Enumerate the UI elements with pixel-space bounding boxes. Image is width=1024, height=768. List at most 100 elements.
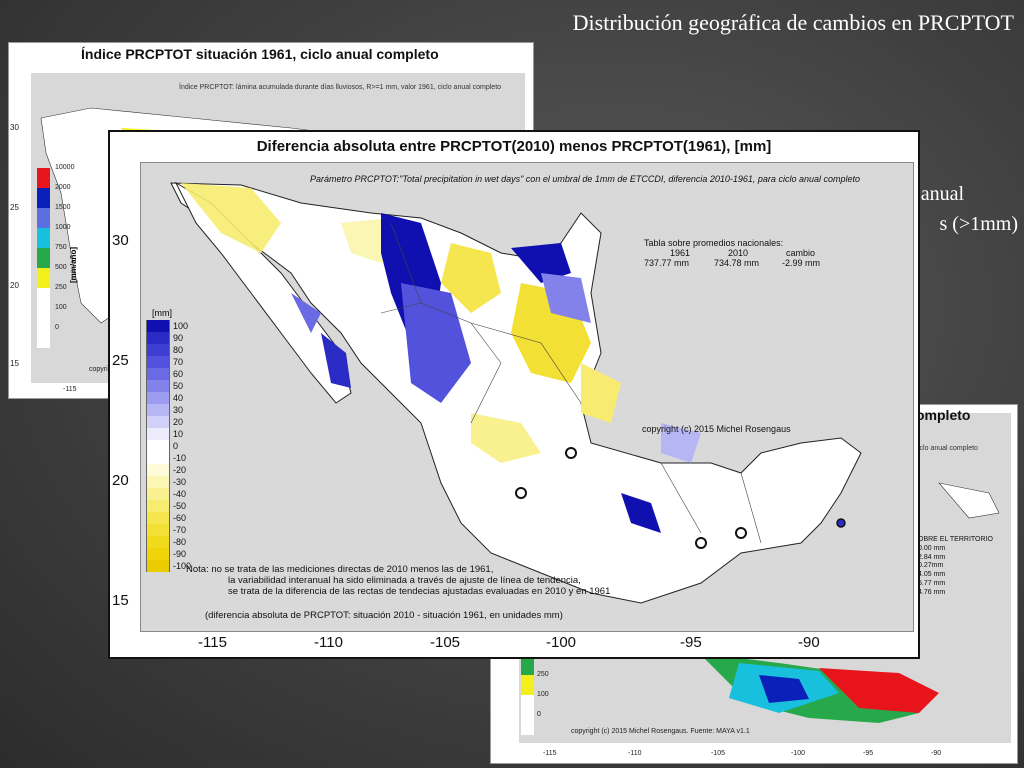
x-tick: -90 <box>798 634 820 651</box>
legend-swatch: 250 <box>521 671 549 695</box>
legend-label: 10 <box>173 429 184 439</box>
legend-swatch: 0 <box>521 711 541 735</box>
map-2010-copyright: copyright (c) 2015 Michel Rosengaus. Fue… <box>571 728 750 735</box>
table-cell: 734.78 mm <box>714 258 760 268</box>
table-header: 2010 <box>728 248 749 258</box>
legend-swatch: 750 <box>37 244 67 268</box>
mexico-difference-map <box>170 181 862 604</box>
legend-swatch: -60 <box>146 512 186 524</box>
x-tick: -105 <box>711 750 726 757</box>
y-tick: 20 <box>10 281 19 290</box>
legend-swatch: -50 <box>146 500 186 512</box>
legend-swatch: 100 <box>146 320 188 332</box>
y-tick: 15 <box>112 592 129 609</box>
legend-label: 90 <box>173 333 184 343</box>
map-2010-legend: 5002501000 <box>521 651 549 735</box>
legend-label: -20 <box>173 465 187 475</box>
note-bottom: (diferencia absoluta de PRCPTOT: situaci… <box>205 610 563 621</box>
x-tick: -95 <box>863 750 874 757</box>
legend-label: 250 <box>55 284 67 291</box>
legend-label: 50 <box>173 381 184 391</box>
x-tick: -115 <box>198 634 227 651</box>
map-2010-description: iclo anual completo <box>918 445 978 452</box>
main-title: Diferencia absoluta entre PRCPTOT(2010) … <box>256 138 772 155</box>
main-map-plot <box>140 162 914 632</box>
legend-label: -40 <box>173 489 187 499</box>
legend-swatch: 0 <box>37 324 59 348</box>
legend-label: -10 <box>173 453 187 463</box>
map-1961-legend: 10000 2000 1500 1000 750 500 250 100 0 <box>37 164 74 348</box>
legend-swatch: -70 <box>146 524 186 536</box>
legend-swatch: 250 <box>37 284 67 308</box>
map-1961-copyright: copyri <box>89 366 108 373</box>
legend-label: -30 <box>173 477 187 487</box>
legend-label: 100 <box>55 304 67 311</box>
x-tick: -110 <box>628 750 642 757</box>
legend-label: 100 <box>173 321 189 331</box>
legend-label: 100 <box>537 691 549 698</box>
map-1961-unit: [mm/año] <box>69 247 78 283</box>
x-tick: -115 <box>543 750 557 757</box>
legend-label: 500 <box>55 264 67 271</box>
legend-label: 750 <box>55 244 67 251</box>
main-copyright: copyright (c) 2015 Michel Rosengaus <box>642 424 791 434</box>
legend-swatch: -40 <box>146 488 186 500</box>
contour-circle <box>836 518 846 528</box>
legend-label: 60 <box>173 369 184 379</box>
note-line: la variabilidad interanual ha sido elimi… <box>228 575 581 586</box>
table-row: OBRE EL TERRITORIO <box>918 536 993 543</box>
legend-swatch: 1500 <box>37 204 71 228</box>
table-row: 0.27mm <box>918 562 944 570</box>
legend-label: 80 <box>173 345 184 355</box>
map-2010-title: ompleto <box>916 407 971 423</box>
legend-swatch: 40 <box>146 392 183 404</box>
national-averages-table: Tabla sobre promedios nacionales: 1961 2… <box>644 238 844 268</box>
legend-swatch: 10 <box>146 428 183 440</box>
table-row: 2.84 mm <box>918 553 946 561</box>
legend-swatch: 90 <box>146 332 183 344</box>
legend-label: -70 <box>173 525 187 535</box>
y-tick: 20 <box>112 472 129 489</box>
legend-label: -90 <box>173 549 187 559</box>
table-row: 5.77 mm <box>918 579 946 587</box>
legend-unit: [mm] <box>152 308 172 318</box>
map-1961-description: Índice PRCPTOT: lámina acumulada durante… <box>179 84 502 91</box>
legend-label: -50 <box>173 501 187 511</box>
table-header: cambio <box>786 248 816 258</box>
x-tick: -110 <box>314 634 343 651</box>
table-row: 4.05 mm <box>918 571 946 579</box>
legend-label: 1000 <box>55 224 71 231</box>
table-row: 4.76 mm <box>918 588 946 596</box>
legend-swatch: 20 <box>146 416 183 428</box>
x-tick: -90 <box>931 750 942 757</box>
legend-swatch: -100 <box>146 560 191 572</box>
legend-swatch: 500 <box>37 264 67 288</box>
legend-label: 70 <box>173 357 184 367</box>
legend-swatch: 0 <box>146 440 178 452</box>
note-text: Nota: no se trata de las mediciones dire… <box>186 564 610 597</box>
legend-label: 0 <box>55 324 59 331</box>
y-tick: 15 <box>10 359 19 368</box>
x-tick: -100 <box>791 750 806 757</box>
legend-swatch: 80 <box>146 344 183 356</box>
legend-swatch: -30 <box>146 476 186 488</box>
x-tick: -105 <box>430 634 461 651</box>
legend-swatch: 10000 <box>37 164 74 188</box>
table-header: 1961 <box>670 248 691 258</box>
note-line: se trata de la diferencia de las rectas … <box>228 586 611 597</box>
y-tick: 25 <box>112 352 129 369</box>
legend-label: -80 <box>173 537 187 547</box>
y-tick: 30 <box>10 123 19 132</box>
legend-label: 1500 <box>55 204 71 211</box>
table-title: Tabla sobre promedios nacionales: <box>644 238 784 248</box>
legend-label: 2000 <box>55 184 71 191</box>
legend-swatch: 100 <box>37 304 67 328</box>
legend-swatch: 30 <box>146 404 183 416</box>
legend-swatch: 50 <box>146 380 183 392</box>
side-text-1: anual <box>920 183 964 205</box>
map-panel-difference: Diferencia absoluta entre PRCPTOT(2010) … <box>108 130 920 659</box>
legend-swatch: -90 <box>146 548 186 560</box>
y-tick: 25 <box>10 203 19 212</box>
table-cell: 737.77 mm <box>644 258 690 268</box>
x-tick: -95 <box>680 634 702 651</box>
